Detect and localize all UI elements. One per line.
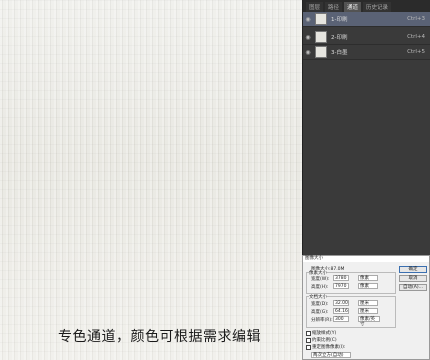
- doc-width-label: 宽度(D):: [311, 302, 329, 307]
- cancel-button[interactable]: 取消: [399, 275, 427, 282]
- channel-name: 3-白墨: [331, 50, 348, 56]
- doc-size-label: 文档大小: [309, 294, 327, 300]
- channels-panel: 图层 路径 通道 历史记录 ◉ 1-印刷 Ctrl+3 ◉ 2-印刷 Ctrl+…: [302, 0, 430, 255]
- scale-styles-checkbox[interactable]: 缩放样式(Y): [306, 330, 336, 336]
- width-unit-select[interactable]: 像素: [358, 275, 378, 281]
- channel-shortcut: Ctrl+3: [407, 16, 425, 22]
- resample-method-select[interactable]: 两次立方(自动): [311, 352, 351, 358]
- visibility-eye-icon[interactable]: ◉: [303, 49, 313, 56]
- channel-thumbnail: [315, 46, 327, 58]
- doc-width-input[interactable]: 32.00: [333, 300, 349, 306]
- height-label: 高度(H):: [311, 285, 329, 290]
- doc-height-label: 高度(G):: [311, 310, 329, 315]
- resolution-unit-select[interactable]: 像素/英寸: [358, 316, 380, 327]
- doc-width-unit-select[interactable]: 厘米: [358, 300, 378, 306]
- channel-row-3[interactable]: ◉ 3-白墨 Ctrl+5: [303, 45, 430, 60]
- channel-row-2[interactable]: ◉ 2-印刷 Ctrl+4: [303, 30, 430, 45]
- image-size-dialog: 图像大小 图像大小:87.0M 像素大小 宽度(W): 3780 像素 高度(H…: [302, 255, 430, 360]
- channel-thumbnail: [315, 31, 327, 43]
- channel-row-1[interactable]: ◉ 1-印刷 Ctrl+3: [303, 12, 430, 27]
- width-label: 宽度(W):: [311, 277, 330, 282]
- scale-styles-label: 缩放样式(Y): [312, 331, 337, 336]
- channel-name: 1-印刷: [331, 17, 348, 23]
- height-unit-select[interactable]: 像素: [358, 283, 378, 289]
- resolution-label: 分辨率(R):: [311, 318, 333, 323]
- image-canvas[interactable]: [0, 0, 302, 360]
- visibility-eye-icon[interactable]: ◉: [303, 34, 313, 41]
- canvas-texture: [0, 0, 302, 360]
- auto-button[interactable]: 自动(A)...: [399, 284, 427, 291]
- dialog-title: 图像大小: [303, 256, 429, 262]
- channel-shortcut: Ctrl+5: [407, 49, 425, 55]
- channel-thumbnail: [315, 13, 327, 25]
- constrain-proportions-checkbox[interactable]: 约束比例(C): [306, 337, 337, 343]
- channel-name: 2-印刷: [331, 35, 348, 41]
- resample-label: 重定图像像素(I):: [312, 345, 346, 350]
- constrain-proportions-label: 约束比例(C): [312, 338, 337, 343]
- resample-checkbox[interactable]: 重定图像像素(I):: [306, 344, 345, 350]
- width-input[interactable]: 3780: [333, 275, 349, 281]
- visibility-eye-icon[interactable]: ◉: [303, 16, 313, 23]
- doc-height-unit-select[interactable]: 厘米: [358, 308, 378, 314]
- doc-height-input[interactable]: 64.16: [333, 308, 349, 314]
- height-input[interactable]: 7970: [333, 283, 349, 289]
- resolution-input[interactable]: 300: [333, 316, 349, 322]
- channel-shortcut: Ctrl+4: [407, 34, 425, 40]
- ok-button[interactable]: 确定: [399, 266, 427, 273]
- caption-text: 专色通道，颜色可根据需求编辑: [58, 329, 261, 345]
